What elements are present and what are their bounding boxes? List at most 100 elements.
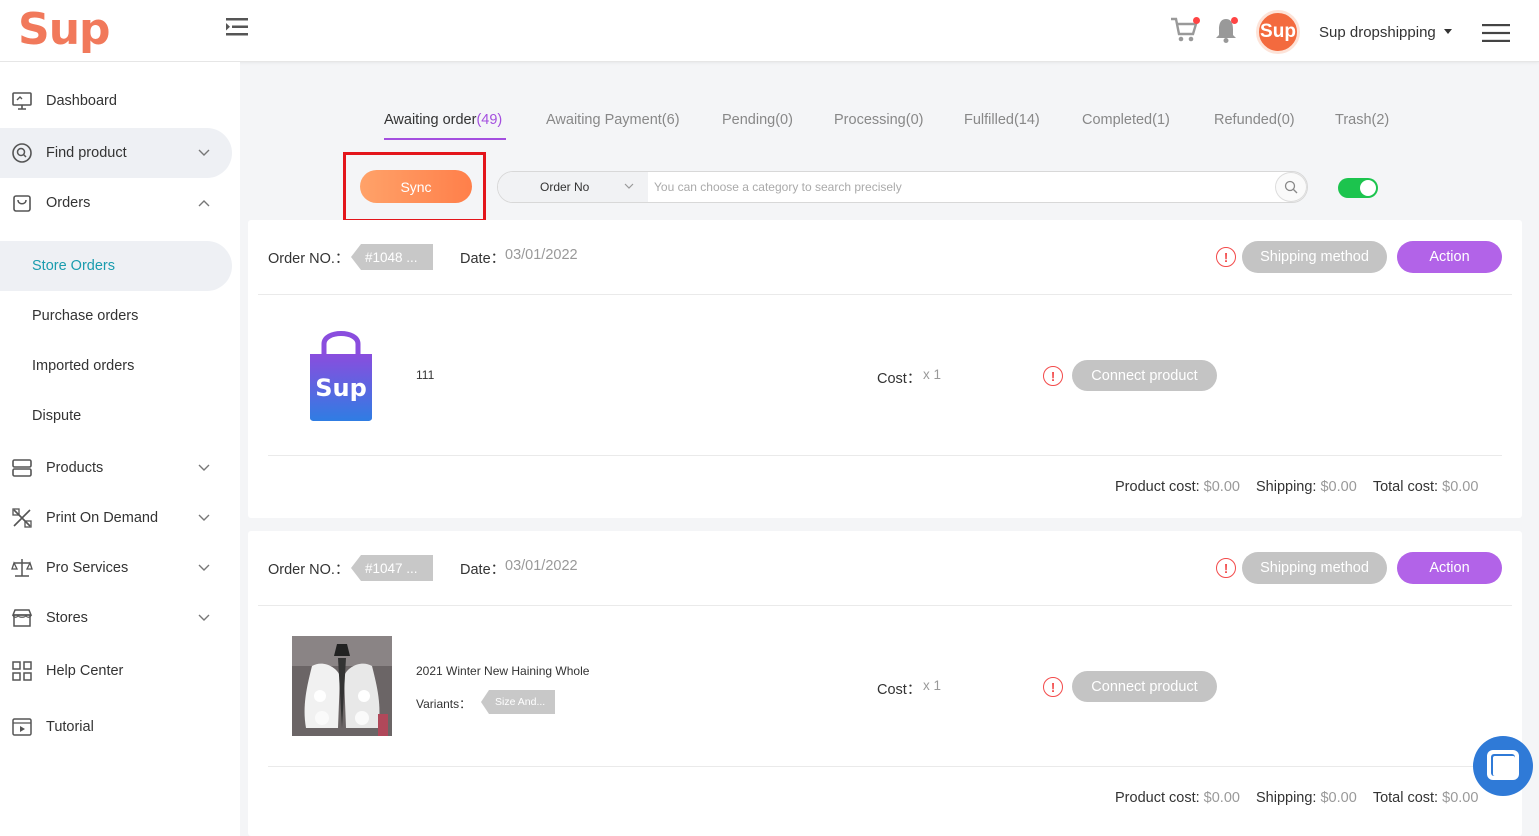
- shipping-method-button[interactable]: Shipping method: [1242, 552, 1387, 584]
- variant-tag[interactable]: Size And...: [481, 690, 555, 714]
- product-image-fur-coat[interactable]: [292, 636, 392, 736]
- order-no-tag[interactable]: #1047 ...: [351, 555, 433, 581]
- connect-product-button[interactable]: Connect product: [1072, 360, 1217, 391]
- sidebar-subitem-store-orders[interactable]: Store Orders: [0, 241, 232, 291]
- shipping-cost-value: $0.00: [1320, 790, 1357, 806]
- tab-refunded[interactable]: Refunded(0): [1214, 112, 1295, 128]
- tab-awaiting-order[interactable]: Awaiting order(49): [384, 112, 502, 128]
- product-name: 2021 Winter New Haining Whole: [416, 664, 590, 678]
- chevron-down-icon: [198, 149, 210, 156]
- tab-label: Refunded: [1214, 112, 1277, 128]
- search-input[interactable]: [650, 172, 1270, 202]
- tab-count: (6): [661, 112, 680, 128]
- sidebar-item-products[interactable]: Products: [0, 443, 232, 493]
- order-date: 03/01/2022: [505, 247, 578, 263]
- product-cost-value: $0.00: [1203, 790, 1240, 806]
- quantity: x 1: [923, 678, 942, 693]
- tab-label: Processing: [834, 112, 906, 128]
- chat-support-button[interactable]: [1473, 736, 1533, 796]
- action-button[interactable]: Action: [1397, 241, 1502, 273]
- toggle-knob: [1360, 180, 1376, 196]
- warning-icon[interactable]: !: [1216, 558, 1236, 578]
- sidebar-item-label: Stores: [46, 610, 88, 626]
- sidebar-subitem-imported-orders[interactable]: Imported orders: [0, 341, 232, 391]
- warning-icon[interactable]: !: [1043, 677, 1063, 697]
- order-no-tag[interactable]: #1048 ...: [351, 244, 433, 270]
- tab-processing[interactable]: Processing(0): [834, 112, 923, 128]
- bag-icon: [13, 195, 31, 212]
- tab-label: Trash: [1335, 112, 1372, 128]
- bell-badge-dot: [1231, 17, 1238, 24]
- scale-icon: [11, 559, 33, 577]
- store-dropdown-caret-icon[interactable]: [1444, 29, 1452, 34]
- product-image-sup-bag[interactable]: Sup: [308, 326, 374, 422]
- divider: [258, 294, 1512, 295]
- product-name: 111: [416, 368, 435, 382]
- top-header: Sup Sup Sup dropshipping: [0, 0, 1539, 62]
- tab-fulfilled[interactable]: Fulfilled(14): [964, 112, 1040, 128]
- svg-text:Sup: Sup: [315, 374, 367, 402]
- sidebar-item-label: Orders: [46, 195, 91, 211]
- sidebar-item-pro-services[interactable]: Pro Services: [0, 543, 232, 593]
- tab-awaiting-payment[interactable]: Awaiting Payment(6): [546, 112, 680, 128]
- divider: [268, 455, 1502, 456]
- tab-count: (1): [1152, 112, 1170, 128]
- sidebar-item-stores[interactable]: Stores: [0, 593, 232, 643]
- sidebar-collapse-icon[interactable]: [226, 16, 250, 38]
- sidebar-item-orders[interactable]: Orders: [0, 178, 232, 228]
- tab-pending[interactable]: Pending(0): [722, 112, 793, 128]
- tab-label: Pending: [722, 112, 776, 128]
- order-totals: Product cost: $0.00 Shipping: $0.00 Tota…: [1115, 790, 1478, 806]
- sidebar-item-label: Pro Services: [46, 560, 129, 576]
- tab-count: (49): [476, 112, 503, 128]
- sidebar-subitem-purchase-orders[interactable]: Purchase orders: [0, 291, 232, 341]
- active-tab-underline: [384, 138, 506, 140]
- chat-icon-core: [1493, 756, 1515, 776]
- sync-button[interactable]: Sync: [360, 170, 472, 203]
- sidebar: Dashboard Find product Orders Store Orde…: [0, 62, 240, 836]
- play-calendar-icon: [12, 718, 32, 736]
- action-button[interactable]: Action: [1397, 552, 1502, 584]
- hamburger-menu-icon[interactable]: [1482, 24, 1510, 42]
- warning-icon[interactable]: !: [1216, 247, 1236, 267]
- sidebar-item-tutorial[interactable]: Tutorial: [0, 702, 232, 752]
- search-circle-icon: [12, 143, 32, 163]
- sidebar-subitem-label: Dispute: [32, 408, 82, 424]
- connect-product-button[interactable]: Connect product: [1072, 671, 1217, 702]
- search-icon: [1284, 180, 1298, 194]
- sidebar-item-find-product[interactable]: Find product: [0, 128, 232, 178]
- date-label: Date：: [460, 251, 506, 267]
- sidebar-item-print-on-demand[interactable]: Print On Demand: [0, 493, 232, 543]
- search-category-select[interactable]: Order No: [498, 172, 648, 202]
- tab-label: Fulfilled: [964, 112, 1014, 128]
- chevron-down-icon: [198, 464, 210, 471]
- order-date: 03/01/2022: [505, 558, 578, 574]
- sidebar-subitem-label: Store Orders: [32, 258, 115, 274]
- variants-label: Variants：: [416, 697, 472, 711]
- cost-label: Cost：: [877, 682, 922, 698]
- warning-icon[interactable]: !: [1043, 366, 1063, 386]
- sidebar-item-dashboard[interactable]: Dashboard: [0, 76, 232, 126]
- store-name[interactable]: Sup dropshipping: [1319, 24, 1436, 41]
- product-cost-value: $0.00: [1203, 479, 1240, 495]
- product-cost-label: Product cost:: [1115, 790, 1200, 806]
- sidebar-subitem-dispute[interactable]: Dispute: [0, 391, 232, 441]
- shipping-cost-label: Shipping:: [1255, 790, 1317, 806]
- order-no-label: Order NO.：: [268, 562, 350, 578]
- search-button[interactable]: [1275, 172, 1307, 202]
- avatar[interactable]: Sup: [1256, 10, 1300, 54]
- order-no-label: Order NO.：: [268, 251, 350, 267]
- sidebar-item-label: Help Center: [46, 663, 124, 679]
- server-icon: [12, 459, 32, 477]
- sup-logo[interactable]: Sup: [18, 4, 111, 55]
- tab-count: (0): [775, 112, 793, 128]
- total-cost-value: $0.00: [1442, 479, 1479, 495]
- shipping-method-button[interactable]: Shipping method: [1242, 241, 1387, 273]
- store-icon: [11, 609, 33, 627]
- shipping-cost-value: $0.00: [1320, 479, 1357, 495]
- order-card: Order NO.： #1048 ... Date： 03/01/2022 ! …: [248, 220, 1522, 518]
- sidebar-item-help-center[interactable]: Help Center: [0, 646, 232, 696]
- tab-trash[interactable]: Trash(2): [1335, 112, 1389, 128]
- tab-completed[interactable]: Completed(1): [1082, 112, 1170, 128]
- view-toggle-switch[interactable]: [1338, 178, 1378, 198]
